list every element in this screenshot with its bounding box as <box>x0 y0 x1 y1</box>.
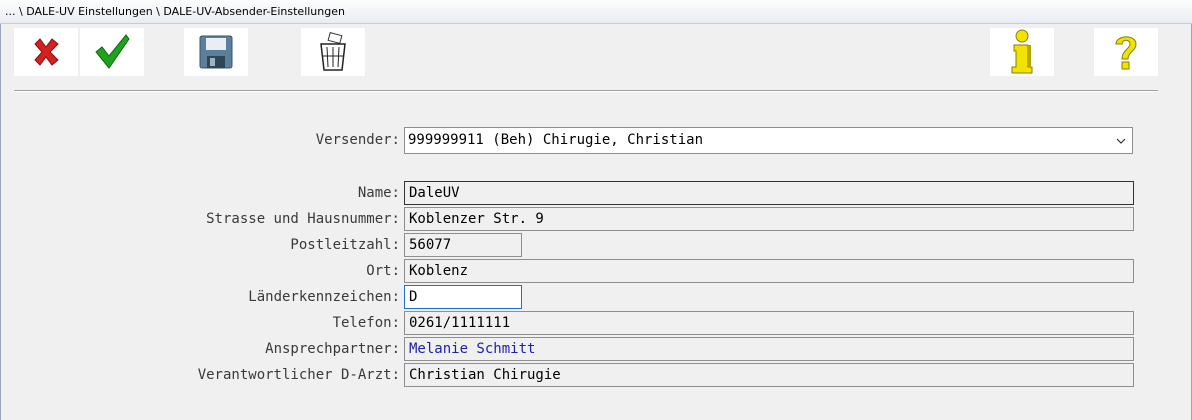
laenderkennzeichen-label: Länderkennzeichen: <box>248 289 400 305</box>
ok-button[interactable] <box>80 28 144 76</box>
telefon-label: Telefon: <box>332 315 400 331</box>
help-button[interactable] <box>1094 28 1158 76</box>
d-arzt-label: Verantwortlicher D-Arzt: <box>197 367 400 383</box>
name-field[interactable] <box>404 181 1134 205</box>
telefon-field[interactable] <box>404 311 1134 335</box>
ansprechpartner-label: Ansprechpartner: <box>265 341 400 357</box>
green-check-icon <box>95 34 130 69</box>
strasse-field[interactable] <box>404 207 1134 231</box>
versender-label: Versender: <box>315 132 400 148</box>
question-mark-icon <box>1115 36 1137 70</box>
laenderkennzeichen-field[interactable] <box>404 285 522 309</box>
ort-field[interactable] <box>404 259 1134 283</box>
plz-label: Postleitzahl: <box>290 237 400 253</box>
info-i-icon <box>1011 29 1033 74</box>
delete-button[interactable] <box>301 28 365 76</box>
ort-label: Ort: <box>366 263 400 279</box>
name-label: Name: <box>357 185 400 201</box>
window-title: ... \ DALE-UV Einstellungen \ DALE-UV-Ab… <box>0 0 1192 24</box>
red-x-icon <box>34 38 59 66</box>
cancel-button[interactable] <box>14 28 78 76</box>
info-button[interactable] <box>990 28 1054 76</box>
d-arzt-field[interactable] <box>404 363 1134 387</box>
chevron-down-icon[interactable] <box>1112 131 1130 151</box>
trash-can-icon <box>320 32 346 71</box>
strasse-label: Strasse und Hausnummer: <box>206 211 400 227</box>
plz-field[interactable] <box>404 233 522 257</box>
floppy-disk-icon <box>199 35 233 69</box>
versender-value: 999999911 (Beh) Chirugie, Christian <box>408 132 704 148</box>
save-button[interactable] <box>184 28 248 76</box>
versender-select[interactable]: 999999911 (Beh) Chirugie, Christian <box>404 127 1133 154</box>
toolbar-separator <box>14 90 1158 92</box>
ansprechpartner-field[interactable] <box>404 337 1134 361</box>
